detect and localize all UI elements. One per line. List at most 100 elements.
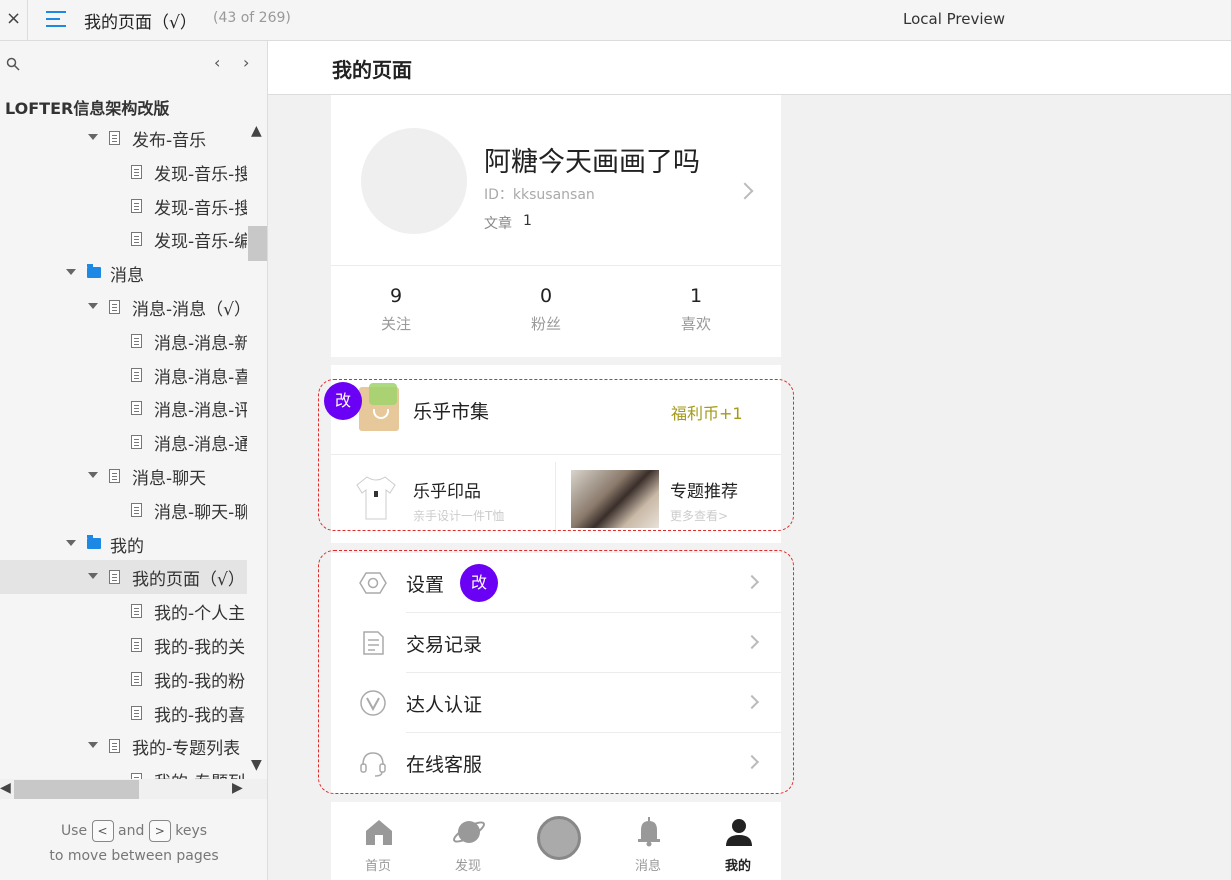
- sidebar-item-label: 消息-消息-评: [154, 401, 247, 422]
- avatar[interactable]: [361, 128, 467, 234]
- home-icon: [366, 820, 392, 845]
- stat-following[interactable]: 9 关注: [331, 285, 461, 334]
- sidebar-item[interactable]: 我的-我的喜: [0, 696, 247, 730]
- sidebar-item-label: 我的-个人主: [154, 604, 246, 625]
- vertical-scrollbar-thumb[interactable]: [248, 226, 267, 261]
- sidebar: ‹ › LOFTER信息架构改版 发布-音乐 发现-音乐-搜 发现-音乐-搜 发现-音…: [0, 41, 268, 880]
- stat-likes[interactable]: 1 喜欢: [631, 285, 761, 334]
- profile-card[interactable]: 阿糖今天画画了吗 ID：kksusansan 文章 1 9 关注 0 粉丝 1 …: [331, 95, 781, 357]
- left-key-icon: <: [91, 820, 114, 842]
- sidebar-item[interactable]: 我的-我的粉: [0, 662, 247, 696]
- sidebar-item[interactable]: 消息-聊天: [0, 459, 247, 493]
- sidebar-item-label: 我的-我的喜: [154, 705, 246, 726]
- sidebar-item-label: 消息-消息-喜: [154, 367, 247, 388]
- chevron-right-icon[interactable]: [736, 182, 754, 200]
- username: 阿糖今天画画了吗: [484, 147, 700, 178]
- sidebar-item-label: 消息-聊天-聊: [154, 502, 247, 523]
- search-icon[interactable]: [6, 57, 20, 71]
- previous-page-button[interactable]: ‹: [214, 53, 220, 72]
- page-icon: [131, 705, 142, 720]
- page-icon: [131, 232, 142, 247]
- menu-icon[interactable]: [46, 10, 66, 28]
- tab-home[interactable]: 首页: [333, 802, 423, 880]
- change-badge: 改: [460, 564, 498, 602]
- sidebar-item[interactable]: 消息-消息-评: [0, 391, 247, 425]
- sidebar-item[interactable]: 发现-音乐-编: [0, 222, 247, 256]
- expand-arrow-icon[interactable]: [66, 539, 76, 546]
- page-icon: [131, 435, 142, 450]
- sidebar-item[interactable]: 消息-消息-通: [0, 425, 247, 459]
- expand-arrow-icon[interactable]: [88, 134, 98, 140]
- sidebar-item-label: 消息-消息-新: [154, 333, 247, 354]
- articles-count: 1: [523, 213, 532, 229]
- tab-me[interactable]: 我的: [693, 802, 781, 880]
- page-icon: [131, 671, 142, 686]
- page-icon: [109, 468, 120, 483]
- page-icon: [131, 198, 142, 213]
- page-icon: [131, 604, 142, 619]
- expand-arrow-icon[interactable]: [88, 573, 98, 580]
- sidebar-item-label: 消息-聊天: [132, 468, 207, 489]
- page-tree: 发布-音乐 发现-音乐-搜 发现-音乐-搜 发现-音乐-编 消息 消息-消息（√） 消息-消…: [0, 121, 247, 797]
- main-header: 我的页面: [268, 41, 1231, 95]
- user-id: ID：kksusansan: [484, 187, 595, 203]
- sidebar-item-label: 我的页面（√）: [132, 570, 245, 591]
- page-icon: [131, 367, 142, 382]
- page-icon: [109, 131, 120, 145]
- top-bar: × 我的页面（√） (43 of 269) Local Preview: [0, 0, 1231, 41]
- planet-icon: [453, 821, 485, 843]
- sidebar-item[interactable]: 消息: [0, 256, 247, 290]
- expand-arrow-icon[interactable]: [88, 742, 98, 749]
- page-icon: [131, 164, 142, 179]
- sidebar-item[interactable]: 发布-音乐: [0, 121, 247, 155]
- divider: [331, 265, 781, 266]
- page-icon: [131, 401, 142, 416]
- stat-followers[interactable]: 0 粉丝: [481, 285, 611, 334]
- sidebar-item[interactable]: 消息-消息-喜: [0, 358, 247, 392]
- tab-messages[interactable]: 消息: [603, 802, 693, 880]
- sidebar-item[interactable]: 我的-我的关: [0, 628, 247, 662]
- bottom-tab-bar: 首页 发现 消息 我的: [331, 802, 781, 880]
- sidebar-item-label: 消息-消息（√）: [132, 299, 247, 320]
- publish-icon[interactable]: [537, 816, 581, 860]
- scroll-up-icon[interactable]: ▲: [251, 123, 262, 139]
- sidebar-item[interactable]: 我的页面（√）: [0, 560, 247, 595]
- navigation-hint: Use < and > keys to move between pages: [0, 819, 267, 869]
- scroll-right-icon[interactable]: ▶: [232, 780, 243, 796]
- sidebar-item[interactable]: 我的-专题列表: [0, 729, 247, 763]
- project-title: LOFTER信息架构改版: [5, 99, 170, 118]
- horizontal-scrollbar-thumb[interactable]: [14, 780, 139, 799]
- expand-arrow-icon[interactable]: [88, 302, 98, 309]
- sidebar-item[interactable]: 我的-个人主: [0, 594, 247, 628]
- sidebar-item[interactable]: 我的: [0, 527, 247, 561]
- expand-arrow-icon[interactable]: [88, 471, 98, 478]
- sidebar-item-label: 消息-消息-通: [154, 435, 247, 456]
- sidebar-item-label: 我的: [110, 536, 144, 557]
- close-button[interactable]: ×: [0, 0, 28, 40]
- folder-icon: [87, 534, 101, 549]
- articles-label: 文章: [484, 216, 512, 232]
- annotation-menu-box: [318, 550, 794, 794]
- sidebar-item[interactable]: 消息-消息-新: [0, 324, 247, 358]
- page-counter: (43 of 269): [213, 10, 291, 26]
- sidebar-item-label: 发布-音乐: [132, 131, 207, 151]
- expand-arrow-icon[interactable]: [66, 269, 76, 276]
- sidebar-item[interactable]: 消息-聊天-聊: [0, 493, 247, 527]
- sidebar-item[interactable]: 发现-音乐-搜: [0, 155, 247, 189]
- page-icon: [109, 299, 120, 314]
- sidebar-item[interactable]: 消息-消息（√）: [0, 290, 247, 324]
- page-title: 我的页面: [332, 58, 412, 82]
- sidebar-item-label: 发现-音乐-编: [154, 232, 247, 253]
- next-page-button[interactable]: ›: [243, 53, 249, 72]
- sidebar-item-label: 我的-我的关: [154, 637, 246, 658]
- user-icon: [726, 819, 752, 846]
- page-icon: [131, 502, 142, 517]
- tab-discover[interactable]: 发现: [423, 802, 513, 880]
- bell-icon: [638, 817, 660, 847]
- sidebar-item[interactable]: 发现-音乐-搜: [0, 189, 247, 223]
- sidebar-item-label: 我的-我的粉: [154, 671, 246, 692]
- sidebar-item-label: 发现-音乐-搜: [154, 198, 247, 219]
- page-icon: [131, 333, 142, 348]
- scroll-down-icon[interactable]: ▼: [251, 757, 262, 773]
- scroll-left-icon[interactable]: ◀: [0, 780, 11, 796]
